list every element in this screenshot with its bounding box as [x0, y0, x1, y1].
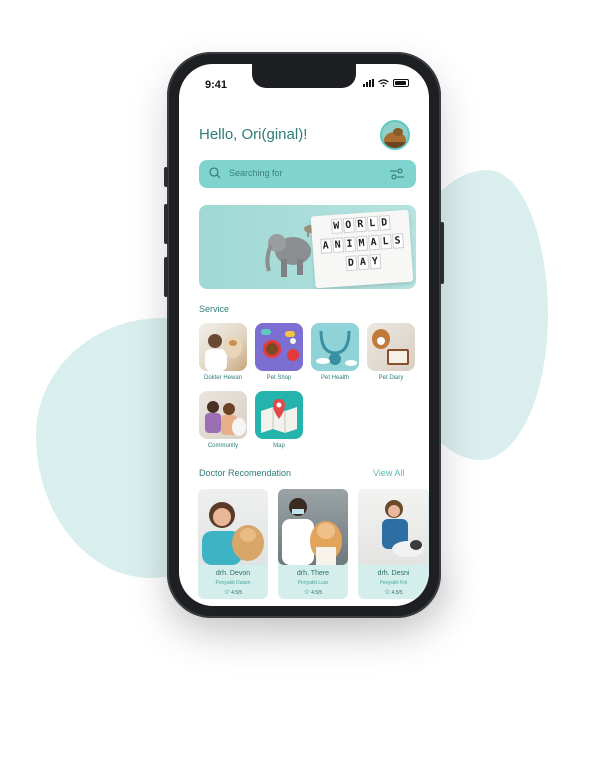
doctor-rating-value: 4.5/5	[231, 590, 243, 596]
doctor-photo	[358, 489, 428, 565]
search-placeholder[interactable]: Searching for	[229, 168, 283, 178]
doctor-specialty: Penyakit Kiri	[379, 580, 408, 586]
doctor-rating: ☆4.5/5	[358, 588, 429, 596]
vet-doctor-image	[199, 323, 247, 371]
doctor-name: drh. There	[296, 570, 330, 577]
doctor-specialty: Penyakit Luar	[297, 580, 329, 586]
view-all-link[interactable]: View All	[373, 468, 404, 478]
power-button	[440, 222, 444, 284]
battery-icon	[393, 79, 409, 87]
service-label: Pet Shop	[266, 375, 292, 381]
search-icon	[209, 167, 221, 179]
doctor-name: drh. Desni	[377, 570, 410, 577]
service-label: Map	[273, 443, 285, 449]
doctor-section-title: Doctor Recomendation	[199, 468, 292, 478]
service-label: Pet Health	[320, 375, 350, 381]
letter-tile: M	[355, 235, 368, 252]
pet-health-image	[311, 323, 359, 371]
world-animals-day-banner[interactable]: WORLD ANIMALS DAY	[199, 205, 416, 289]
letter-tile: N	[331, 237, 344, 254]
lightbox-row-3: DAY	[314, 252, 413, 274]
lightbox-row-2: ANIMALS	[312, 233, 411, 255]
profile-avatar[interactable]	[380, 120, 410, 150]
service-community[interactable]: Community	[197, 391, 249, 449]
service-label: Community	[207, 443, 239, 449]
doctor-rating: ☆4.5/5	[198, 588, 268, 596]
lightbox-sign: WORLD ANIMALS DAY	[310, 209, 414, 289]
search-bar[interactable]: Searching for	[199, 160, 416, 188]
service-pet-health[interactable]: Pet Health	[309, 323, 361, 381]
letter-tile: I	[343, 236, 356, 253]
doctor-photo	[198, 489, 268, 565]
status-icons	[363, 79, 409, 87]
doctor-card[interactable]: drh. Devon Penyakit Dalam ☆4.5/5	[198, 489, 268, 599]
pet-shop-image	[255, 323, 303, 371]
wifi-icon	[378, 79, 389, 87]
doctor-rating-value: 4.5/5	[311, 590, 323, 596]
mute-switch	[164, 167, 168, 187]
volume-up-button	[164, 204, 168, 244]
star-icon: ☆	[303, 589, 311, 596]
service-label: Pet Diary	[378, 375, 404, 381]
letter-tile: W	[330, 218, 343, 235]
signal-icon	[363, 79, 374, 87]
letter-tile: D	[378, 215, 391, 231]
community-image	[199, 391, 247, 439]
letter-tile: A	[356, 254, 369, 271]
letter-tile: L	[379, 233, 392, 250]
map-image	[255, 391, 303, 439]
filter-icon[interactable]	[390, 168, 404, 180]
notch	[252, 64, 356, 88]
doctor-rating-value: 4.5/5	[391, 590, 403, 596]
letter-tile: R	[354, 216, 367, 233]
letter-tile: L	[366, 215, 379, 232]
doctor-card[interactable]: drh. There Penyakit Luar ☆4.5/5	[278, 489, 348, 599]
doctor-photo	[278, 489, 348, 565]
service-dokter-hewan[interactable]: Dokter Hewan	[197, 323, 249, 381]
service-pet-diary[interactable]: Pet Diary	[365, 323, 417, 381]
service-section-title: Service	[199, 304, 230, 314]
letter-tile: A	[319, 238, 332, 254]
doctor-name: drh. Devon	[215, 570, 251, 577]
volume-down-button	[164, 257, 168, 297]
doctor-card[interactable]: drh. Desni Penyakit Kiri ☆4.5/5	[358, 489, 429, 599]
letter-tile: S	[391, 233, 404, 249]
letter-tile: Y	[368, 253, 381, 270]
service-map[interactable]: Map	[253, 391, 305, 449]
star-icon: ☆	[384, 589, 391, 596]
doctor-rating: ☆4.5/5	[278, 588, 348, 596]
avatar-dog-image	[382, 122, 408, 148]
star-icon: ☆	[223, 589, 231, 596]
service-pet-shop[interactable]: Pet Shop	[253, 323, 305, 381]
letter-tile: O	[342, 217, 355, 234]
letter-tile: D	[344, 255, 357, 272]
greeting-title: Hello, Ori(ginal)!	[199, 126, 308, 143]
status-time: 9:41	[205, 79, 228, 91]
phone-frame: 9:41 Hello, Ori(ginal)! Searching for W …	[164, 52, 444, 618]
app-screen: 9:41 Hello, Ori(ginal)! Searching for W …	[179, 64, 429, 606]
letter-tile: A	[367, 234, 380, 251]
pet-diary-image	[367, 323, 415, 371]
doctor-specialty: Penyakit Dalam	[215, 580, 251, 586]
service-label: Dokter Hewan	[203, 375, 242, 381]
lightbox-row-1: WORLD	[311, 214, 410, 236]
